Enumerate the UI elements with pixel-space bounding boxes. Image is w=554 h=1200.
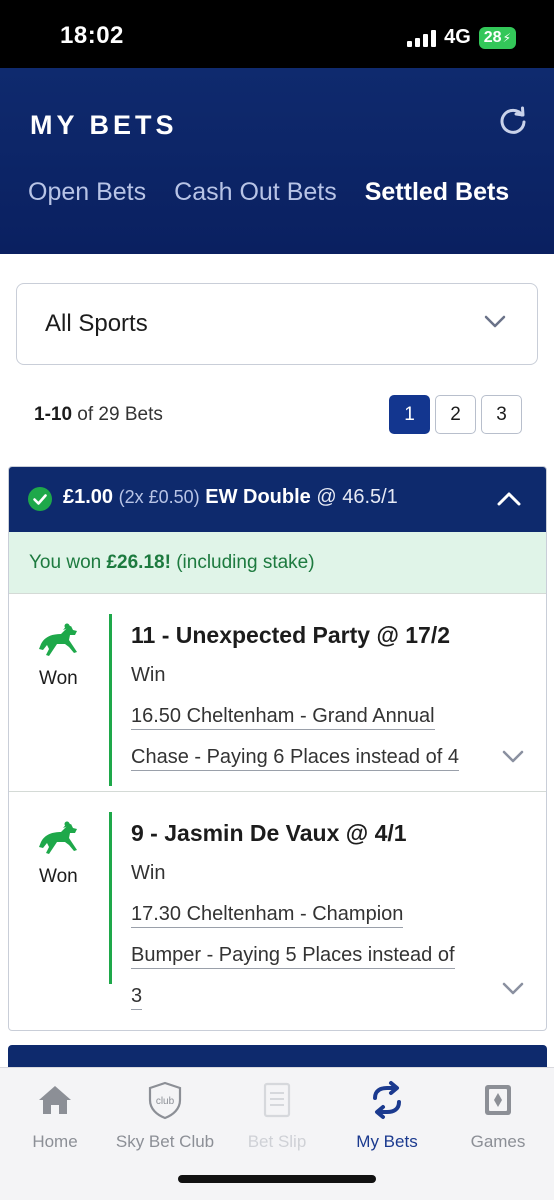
my-bets-icon: [373, 1081, 401, 1119]
battery-icon: 28 ⚡: [478, 26, 516, 49]
bet-leg: Won 9 - Jasmin De Vaux @ 4/1 Win 17.30 C…: [9, 792, 546, 1030]
page-button-2[interactable]: 2: [435, 395, 476, 434]
leg-event-line: 16.50 Cheltenham - Grand Annual: [131, 705, 435, 730]
nav-label: Home: [32, 1132, 78, 1151]
leg-event-link[interactable]: 17.30 Cheltenham - Champion Bumper - Pay…: [131, 894, 496, 1017]
bet-card: £1.00 (2x £0.50) EW Double @ 46.5/1 You …: [8, 466, 547, 1031]
winnings-suffix: (including stake): [170, 552, 315, 573]
chevron-down-icon: [484, 315, 506, 328]
leg-event-line: Chase - Paying 6 Places instead of 4: [131, 746, 459, 771]
check-circle-icon: [28, 487, 52, 511]
leg-result-bar: [109, 812, 112, 984]
status-bar: 18:02 4G 28 ⚡: [0, 0, 554, 68]
page-button-3[interactable]: 3: [481, 395, 522, 434]
bet-split: (2x £0.50): [118, 487, 200, 507]
bet-summary: £1.00 (2x £0.50) EW Double @ 46.5/1: [63, 486, 398, 509]
status-indicators: 4G 28 ⚡: [407, 26, 516, 49]
refresh-icon[interactable]: [498, 106, 528, 136]
nav-sky-bet-club[interactable]: club Sky Bet Club: [110, 1080, 220, 1152]
status-time: 18:02: [60, 22, 124, 49]
winnings-banner: You won £26.18! (including stake): [9, 532, 546, 594]
home-icon: [39, 1086, 71, 1114]
bets-count: 1-10 of 29 Bets: [34, 404, 163, 426]
leg-status: Won: [39, 866, 78, 887]
nav-label: Bet Slip: [247, 1132, 307, 1151]
chevron-up-icon[interactable]: [496, 489, 522, 507]
nav-label: Games: [470, 1132, 526, 1151]
leg-status: Won: [39, 668, 78, 689]
leg-event-line: 3: [131, 985, 143, 1010]
leg-selection: 11 - Unexpected Party @ 17/2: [131, 622, 451, 648]
bet-type: EW Double: [205, 486, 311, 508]
nav-label: My Bets: [356, 1132, 418, 1151]
leg-result-bar: [109, 614, 112, 786]
winnings-prefix: You won: [29, 552, 107, 573]
leg-market: Win: [131, 862, 166, 884]
bets-range: 1-10: [34, 404, 73, 425]
home-indicator: [178, 1175, 376, 1183]
horse-racing-icon: [39, 623, 77, 656]
bets-total: of 29 Bets: [72, 404, 163, 425]
bet-leg: Won 11 - Unexpected Party @ 17/2 Win 16.…: [9, 594, 546, 792]
network-type: 4G: [444, 26, 471, 48]
tab-cash-out-bets[interactable]: Cash Out Bets: [174, 178, 337, 207]
sport-filter-value: All Sports: [45, 310, 148, 337]
sport-filter-select[interactable]: All Sports: [16, 283, 538, 365]
horse-racing-icon: [39, 821, 77, 854]
signal-icon: [407, 29, 437, 47]
tab-open-bets[interactable]: Open Bets: [28, 178, 146, 207]
nav-home[interactable]: Home: [0, 1080, 110, 1152]
leg-event-line: Bumper - Paying 5 Places instead of: [131, 944, 455, 969]
winnings-text: You won £26.18! (including stake): [29, 552, 315, 574]
page-button-1[interactable]: 1: [389, 395, 430, 434]
chevron-down-icon[interactable]: [502, 750, 524, 764]
bet-card-header[interactable]: £1.00 (2x £0.50) EW Double @ 46.5/1: [9, 467, 546, 532]
chevron-down-icon[interactable]: [502, 982, 524, 996]
leg-selection: 9 - Jasmin De Vaux @ 4/1: [131, 820, 407, 846]
pagination: 1 2 3: [389, 395, 522, 434]
tab-settled-bets[interactable]: Settled Bets: [365, 178, 509, 207]
winnings-amount: £26.18!: [106, 552, 171, 573]
nav-my-bets[interactable]: My Bets: [332, 1080, 442, 1152]
bet-slip-icon: [263, 1082, 291, 1118]
bet-stake: £1.00: [63, 486, 114, 508]
page-title: MY BETS: [30, 110, 178, 140]
leg-event-link[interactable]: 16.50 Cheltenham - Grand Annual Chase - …: [131, 696, 496, 778]
bet-odds: @ 46.5/1: [316, 486, 398, 508]
leg-event-line: 17.30 Cheltenham - Champion: [131, 903, 404, 928]
nav-games[interactable]: Games: [443, 1080, 553, 1152]
my-bets-header: MY BETS Open Bets Cash Out Bets Settled …: [0, 68, 554, 254]
nav-label: Sky Bet Club: [115, 1132, 215, 1151]
leg-market: Win: [131, 664, 166, 686]
svg-text:club: club: [156, 1096, 175, 1107]
nav-bet-slip[interactable]: Bet Slip: [222, 1080, 332, 1152]
battery-level: 28: [483, 28, 502, 46]
club-shield-icon: club: [148, 1081, 182, 1120]
bet-tabs: Open Bets Cash Out Bets Settled Bets: [28, 178, 509, 207]
games-icon: [485, 1085, 511, 1115]
